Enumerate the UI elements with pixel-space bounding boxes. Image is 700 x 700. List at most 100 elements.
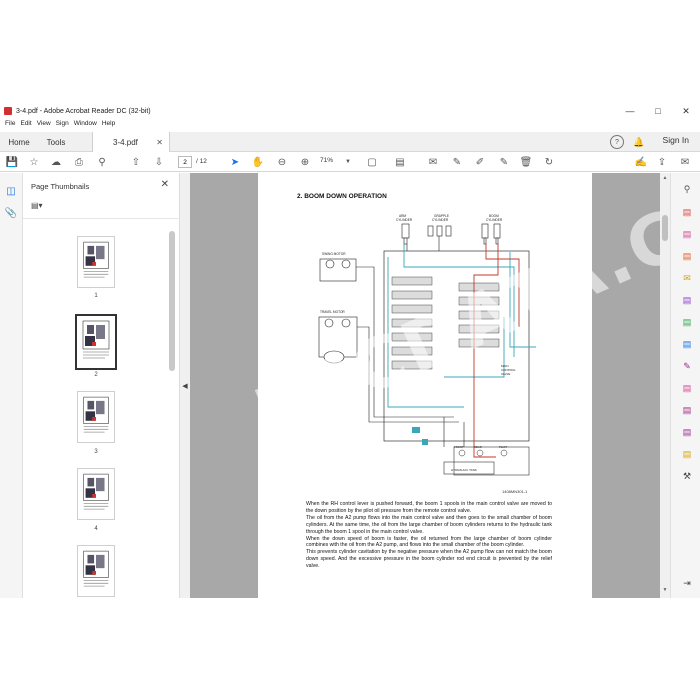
thumbnail-page-1[interactable] (77, 236, 115, 288)
menu-bar: File Edit View Sign Window Help (0, 120, 115, 132)
close-panel-icon[interactable]: ✕ (161, 179, 169, 190)
comment-tool-icon[interactable]: ✉ (681, 272, 693, 284)
paragraph-4: This prevents cylinder cavitation by the… (306, 549, 552, 570)
paragraph-1: When the RH control lever is pushed forw… (306, 501, 552, 514)
close-icon[interactable]: ✕ (672, 102, 700, 120)
paragraph-3: When the down speed of boom is faster, t… (306, 535, 552, 549)
combine-files-icon[interactable]: ▤ (681, 294, 693, 306)
body-text: When the RH control lever is pushed forw… (306, 501, 552, 570)
thumbnail-label-4: 4 (94, 526, 98, 532)
zoom-in-icon[interactable]: ⊕ (297, 154, 313, 170)
thumbnail-page-2[interactable] (75, 314, 117, 370)
thumbnail-panel-scrollbar[interactable] (169, 221, 175, 597)
next-page-icon[interactable]: ⇩ (151, 154, 167, 170)
tab-document[interactable]: 3-4.pdf ✕ (92, 132, 170, 152)
send-for-signature-icon[interactable]: ▤ (681, 382, 693, 394)
select-cursor-icon[interactable]: ➤ (227, 154, 243, 170)
title-bar: 3-4.pdf - Adobe Acrobat Reader DC (32-bi… (0, 102, 700, 120)
sign-in-button[interactable]: Sign In (663, 135, 689, 145)
svg-text:CYLINDER: CYLINDER (432, 218, 449, 222)
organize-pages-icon[interactable]: ▤ (681, 316, 693, 328)
scan-ocr-icon[interactable]: ▤ (681, 338, 693, 350)
thumbnail-options-icon[interactable]: ▤▾ (31, 201, 49, 213)
rotate-icon[interactable]: ↻ (541, 154, 557, 170)
thumbnail-page-5[interactable] (77, 545, 115, 597)
send-track-icon[interactable]: ▤ (681, 448, 693, 460)
window-controls: — □ ✕ (616, 102, 700, 120)
page-thumbnails-icon[interactable]: ◫ (5, 185, 17, 197)
bookmark-star-icon[interactable]: ☆ (26, 154, 42, 170)
close-tab-icon[interactable]: ✕ (156, 138, 163, 147)
highlight-pen-icon[interactable]: ✎ (449, 154, 465, 170)
page-number-input[interactable]: 2 (178, 156, 192, 168)
save-icon[interactable]: 💾 (4, 154, 20, 170)
collapse-panel-handle[interactable]: ◀ (180, 173, 190, 598)
email-icon[interactable]: ✉ (677, 154, 693, 170)
scroll-mode-icon[interactable]: ▤ (392, 154, 408, 170)
crop-fit-icon[interactable]: ▢ (364, 154, 380, 170)
tab-document-label: 3-4.pdf (113, 137, 138, 147)
scroll-up-icon[interactable]: ▲ (660, 175, 670, 181)
sign-pen-icon[interactable]: ✍ (633, 154, 649, 170)
paragraph-2: The oil from the A2 pump flows into the … (306, 514, 552, 535)
menu-window[interactable]: Window (74, 120, 97, 132)
document-viewer[interactable]: 2. BOOM DOWN OPERATION ARM CYLINDER GRAP… (190, 173, 660, 598)
previous-page-icon[interactable]: ⇧ (128, 154, 144, 170)
zoom-dropdown-chevron-icon[interactable]: ▼ (340, 154, 356, 170)
label-front-pump: FRONT (454, 445, 464, 449)
acrobat-app-icon (4, 107, 12, 115)
fill-sign-icon[interactable]: ✎ (681, 360, 693, 372)
stamp-icon[interactable]: ✎ (496, 154, 512, 170)
svg-text:CYLINDER: CYLINDER (486, 218, 503, 222)
search-tools-icon[interactable]: ⚲ (681, 183, 693, 195)
maximize-icon[interactable]: □ (644, 102, 672, 120)
menu-sign[interactable]: Sign (56, 120, 69, 132)
label-travel-motor: TRAVEL MOTOR (320, 310, 345, 314)
svg-text:VALVE: VALVE (501, 372, 510, 376)
prepare-form-icon[interactable]: ▤ (681, 426, 693, 438)
figure-id: 1408MN301-1 (502, 489, 528, 494)
draw-icon[interactable]: ✐ (472, 154, 488, 170)
help-icon[interactable]: ? (610, 135, 624, 149)
zoom-level-dropdown[interactable]: 71% (320, 157, 333, 164)
thumbnail-page-4[interactable] (77, 468, 115, 520)
export-pdf-icon[interactable]: ▤ (681, 206, 693, 218)
upload-cloud-icon[interactable]: ☁ (48, 154, 64, 170)
print-icon[interactable]: ⎙ (71, 154, 87, 170)
thumbnail-scrollbar-thumb[interactable] (169, 231, 175, 371)
document-scrollbar-thumb[interactable] (662, 215, 668, 241)
minimize-icon[interactable]: — (616, 102, 644, 120)
menu-edit[interactable]: Edit (20, 120, 31, 132)
protect-icon[interactable]: ▤ (681, 404, 693, 416)
panel-title: Page Thumbnails (31, 182, 90, 191)
document-scrollbar[interactable]: ▲ ▼ (660, 173, 670, 598)
delete-icon[interactable]: 🗑 (518, 154, 534, 170)
more-tools-icon[interactable]: ⚒ (681, 470, 693, 482)
acrobat-window: 3-4.pdf - Adobe Acrobat Reader DC (32-bi… (0, 102, 700, 598)
window-title: 3-4.pdf - Adobe Acrobat Reader DC (32-bi… (16, 107, 151, 115)
section-heading: 2. BOOM DOWN OPERATION (297, 193, 387, 200)
create-pdf-icon[interactable]: ▤ (681, 228, 693, 240)
collapse-tools-icon[interactable]: ⇥ (681, 577, 693, 589)
thumbnail-label-1: 1 (94, 293, 98, 299)
left-navigation-rail: ◫ 📎 (0, 173, 23, 598)
tab-home[interactable]: Home (0, 132, 38, 152)
edit-pdf-icon[interactable]: ▤ (681, 250, 693, 262)
menu-view[interactable]: View (37, 120, 51, 132)
notifications-bell-icon[interactable]: 🔔 (632, 135, 646, 149)
thumbnail-label-2: 2 (94, 372, 98, 378)
label-rear-pump: REAR (474, 445, 482, 449)
thumbnail-label-3: 3 (94, 449, 98, 455)
thumbnail-page-3[interactable] (77, 391, 115, 443)
panel-divider (23, 218, 180, 219)
scroll-down-icon[interactable]: ▼ (660, 587, 670, 593)
zoom-out-icon[interactable]: ⊖ (274, 154, 290, 170)
hand-tool-icon[interactable]: ✋ (250, 154, 266, 170)
share-upload-icon[interactable]: ⇪ (654, 154, 670, 170)
search-icon[interactable]: ⚲ (94, 154, 110, 170)
menu-file[interactable]: File (5, 120, 15, 132)
menu-help[interactable]: Help (102, 120, 115, 132)
tab-tools[interactable]: Tools (38, 132, 74, 152)
attachments-paperclip-icon[interactable]: 📎 (5, 207, 17, 219)
comment-icon[interactable]: ✉ (425, 154, 441, 170)
